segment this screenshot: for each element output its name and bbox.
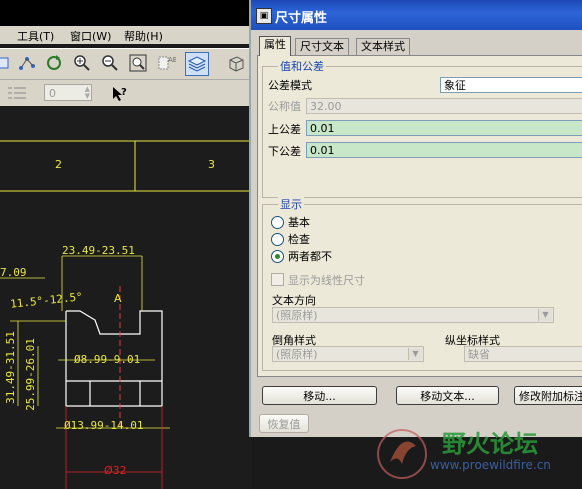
dimension-properties-dialog: ▣ 尺寸属性 属性 尺寸文本 文本样式 值和公差 公差模式 象征 公称值 32.… <box>249 0 582 437</box>
lower-tolerance-value: 0.01 <box>310 144 335 157</box>
svg-text:AB: AB <box>168 56 176 64</box>
text-direction-label: 文本方向 <box>272 294 316 307</box>
sketch-points-icon[interactable] <box>17 53 37 73</box>
tolerance-mode-label: 公差模式 <box>268 79 312 92</box>
menu-tools[interactable]: 工具(T) <box>17 28 54 44</box>
dimension-text[interactable]: 31.49-31.51 <box>4 331 17 404</box>
window-icon: ▣ <box>256 8 272 24</box>
tolerance-mode-value: 象征 <box>444 79 466 92</box>
display-inspection-radio[interactable] <box>271 233 284 246</box>
spinner-arrows-icon[interactable]: ▲ ▼ <box>85 86 90 100</box>
tab-dimension-text[interactable]: 尺寸文本 <box>295 38 349 55</box>
dimension-text[interactable]: 23.49-23.51 <box>62 244 135 257</box>
zone-label-3: 3 <box>208 158 215 171</box>
text-direction-value: (照原样) <box>276 309 318 322</box>
phoenix-logo-icon <box>377 429 427 479</box>
dimension-text-selected[interactable]: Ø32 <box>104 464 127 477</box>
secondary-toolbar: 0 ▲ ▼ ? <box>0 79 252 106</box>
forum-watermark: 野火论坛 www.proewildfire.cn <box>372 420 582 489</box>
nominal-value: 32.00 <box>310 100 342 113</box>
edit-attachment-button[interactable]: 修改附加标注 <box>514 386 582 405</box>
svg-text:?: ? <box>121 87 127 98</box>
zone-label-2: 2 <box>55 158 62 171</box>
restore-values-button[interactable]: 恢复值 <box>259 414 309 433</box>
tab-properties[interactable]: 属性 <box>259 36 291 56</box>
menu-bar: 工具(T) 窗口(W) 帮助(H) <box>0 26 252 44</box>
upper-tolerance-value: 0.01 <box>310 122 335 135</box>
ordinate-style-select[interactable]: 缺省 <box>464 346 582 362</box>
display-inspection-label[interactable]: 检查 <box>288 231 310 247</box>
dimension-text[interactable]: 7.09 <box>0 266 27 279</box>
layers-icon[interactable] <box>185 52 209 76</box>
linear-dimension-label: 显示为线性尺寸 <box>288 274 365 287</box>
dialog-titlebar[interactable]: ▣ 尺寸属性 <box>251 0 582 30</box>
dialog-title: 尺寸属性 <box>275 11 328 26</box>
chamfer-style-value: (照原样) <box>276 348 318 361</box>
text-direction-select[interactable]: (照原样) ▼ <box>272 307 554 323</box>
display-basic-radio[interactable] <box>271 216 284 229</box>
menu-help[interactable]: 帮助(H) <box>124 28 163 44</box>
watermark-title: 野火论坛 <box>442 430 538 458</box>
dimension-text[interactable]: 25.99-26.01 <box>24 338 37 411</box>
upper-tolerance-field[interactable]: 0.01 <box>306 120 582 136</box>
properties-panel: 值和公差 公差模式 象征 公称值 32.00 上公差 0.01 下公差 0.01… <box>257 55 582 377</box>
tab-text-style[interactable]: 文本样式 <box>356 38 410 55</box>
dimension-text[interactable]: Ø8.99-9.01 <box>74 353 140 366</box>
chevron-down-icon: ▼ <box>408 348 422 360</box>
select-icon[interactable] <box>0 53 12 73</box>
view-toolbar: AB <box>0 48 252 79</box>
spinner-value: 0 <box>49 87 56 100</box>
lower-tolerance-label: 下公差 <box>268 145 301 158</box>
zoom-out-icon[interactable] <box>100 53 120 73</box>
move-button[interactable]: 移动... <box>262 386 377 405</box>
upper-tolerance-label: 上公差 <box>268 123 301 136</box>
move-text-button[interactable]: 移动文本... <box>396 386 499 405</box>
display-neither-radio[interactable] <box>271 250 284 263</box>
list-icon[interactable] <box>8 86 26 100</box>
display-neither-label[interactable]: 两者都不 <box>288 248 332 264</box>
layer-toggle-icon[interactable]: AB <box>156 53 178 73</box>
tolerance-group-label: 值和公差 <box>278 58 326 74</box>
lower-tolerance-field[interactable]: 0.01 <box>306 142 582 158</box>
drawing-canvas[interactable]: 2 3 7.09 23.49-23.51 11.5°-12.5° A 31.49… <box>0 106 252 489</box>
linear-dimension-checkbox[interactable] <box>271 273 284 286</box>
chamfer-style-select[interactable]: (照原样) ▼ <box>272 346 424 362</box>
cube-icon[interactable] <box>226 53 246 73</box>
spin-icon[interactable] <box>44 53 64 73</box>
chevron-down-icon: ▼ <box>538 309 552 321</box>
menu-window[interactable]: 窗口(W) <box>70 28 111 44</box>
zoom-in-icon[interactable] <box>72 53 92 73</box>
nominal-value-field[interactable]: 32.00 <box>306 98 582 114</box>
refit-icon[interactable] <box>128 53 148 73</box>
spinner-field[interactable]: 0 ▲ ▼ <box>44 84 92 101</box>
watermark-url: www.proewildfire.cn <box>430 458 551 472</box>
display-group-label: 显示 <box>278 196 304 212</box>
dimension-text[interactable]: Ø13.99-14.01 <box>64 419 143 432</box>
display-basic-label[interactable]: 基本 <box>288 214 310 230</box>
datum-label[interactable]: A <box>114 292 122 305</box>
nominal-label: 公称值 <box>268 100 301 113</box>
help-pointer-icon[interactable]: ? <box>111 85 129 103</box>
ordinate-style-value: 缺省 <box>468 348 490 361</box>
tolerance-mode-select[interactable]: 象征 <box>440 77 582 93</box>
